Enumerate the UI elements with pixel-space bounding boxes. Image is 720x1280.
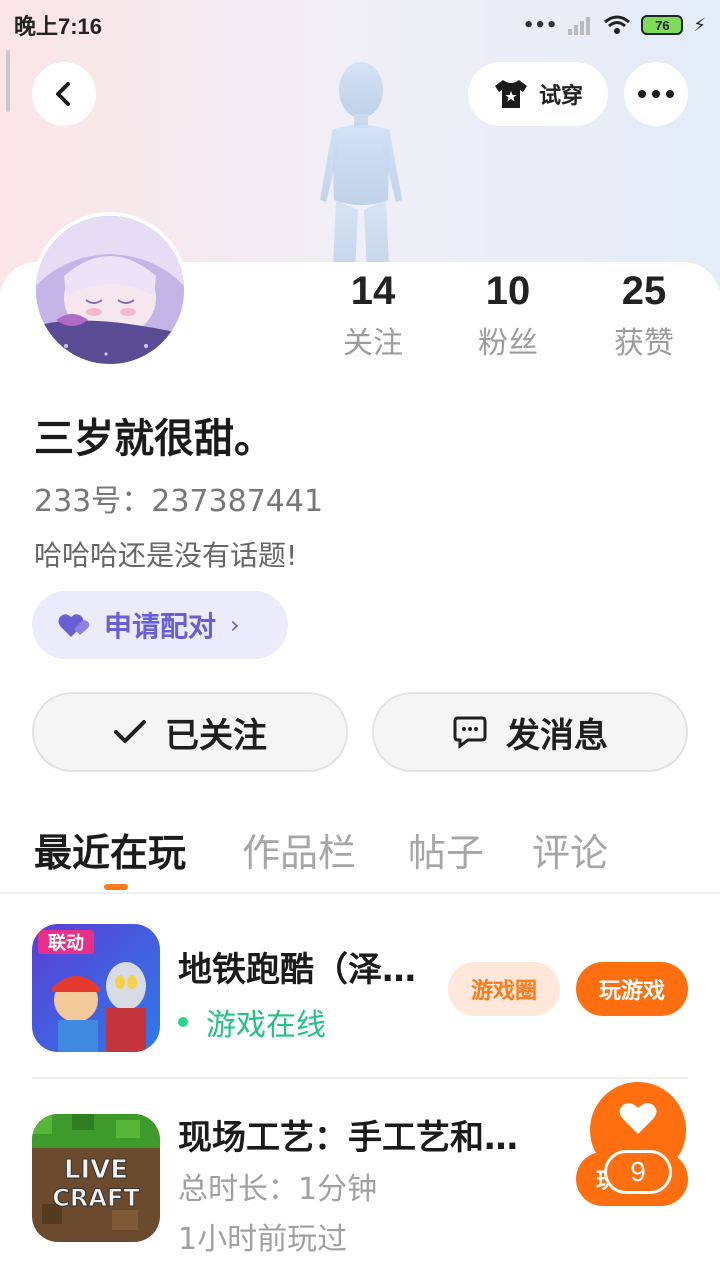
tab-works[interactable]: 作品栏 [242,822,356,877]
followed-label: 已关注 [165,715,267,756]
hearts-icon [58,614,90,637]
more-dots-icon [638,90,674,98]
try-on-button[interactable]: 试穿 [468,62,608,126]
profile-tabs: 最近在玩 作品栏 帖子 评论 [0,822,720,892]
livecraft-logo-line2: CRAFT [52,1184,140,1212]
game-title[interactable]: 现场工艺：手工艺和… [178,1110,558,1159]
avatar[interactable] [32,212,188,368]
edge-indicator [6,50,10,112]
online-dot-icon [178,1017,188,1027]
status-time: 晚上7:16 [14,14,103,39]
tab-recently-played[interactable]: 最近在玩 [34,822,186,877]
avatar-3d-figure [320,62,402,290]
battery-icon: 76 [641,15,684,35]
stat-likes-value: 25 [621,269,667,313]
heart-icon [619,1103,657,1134]
user-id: 233号：237387441 [34,484,324,519]
followed-button[interactable]: 已关注 [32,692,348,772]
stat-followers-value: 10 [485,269,531,313]
request-pair-label: 申请配对 [104,610,217,643]
game-icon-subway-surfers[interactable]: 联动 [32,924,160,1052]
play-game-label: 玩游戏 [598,979,665,1004]
tshirt-icon [494,80,527,108]
game-last-played: 1小时前玩过 [178,1222,348,1257]
stat-following[interactable]: 14 关注 [318,266,428,364]
stat-following-label: 关注 [343,326,403,361]
game-circle-button[interactable]: 游戏圈 [448,962,560,1016]
game-title[interactable]: 地铁跑酷（泽… [178,942,448,991]
signature: 哈哈哈还是没有话题! [34,539,298,572]
stat-following-value: 14 [350,269,396,313]
game-online-status: 游戏在线 [178,1000,326,1044]
tab-posts[interactable]: 帖子 [408,822,484,877]
game-total-time: 总时长：1分钟 [178,1172,378,1207]
more-button[interactable] [624,62,688,126]
check-icon [114,720,146,743]
stat-followers-label: 粉丝 [478,326,538,361]
subway-surfers-icon: 联动 [32,924,160,1052]
like-count-badge: 9 [604,1150,672,1194]
online-status-label: 游戏在线 [206,1008,326,1043]
chevron-left-icon [56,82,70,106]
nickname: 三岁就很甜。 [34,416,274,462]
request-pair-button[interactable]: 申请配对 › [32,591,288,659]
tabs-divider [0,892,720,894]
charging-icon: ⚡ [693,14,706,36]
stat-likes[interactable]: 25 获赞 [589,266,699,364]
game-icon-livecraft[interactable]: LIVE CRAFT [32,1114,160,1242]
signal-icon [568,17,591,35]
avatar-image [36,216,184,364]
back-button[interactable] [32,62,96,126]
like-count: 9 [630,1156,646,1187]
more-dots-status-icon: ••• [522,14,558,36]
game-circle-label: 游戏圈 [470,979,537,1004]
try-on-label: 试穿 [538,84,583,109]
collab-badge-text: 联动 [48,933,84,954]
stat-likes-label: 获赞 [614,326,674,361]
livecraft-logo-line1: LIVE [64,1155,128,1185]
tab-active-indicator [104,884,128,890]
livecraft-icon: LIVE CRAFT [32,1114,160,1242]
send-message-button[interactable]: 发消息 [372,692,688,772]
stat-followers[interactable]: 10 粉丝 [453,266,563,364]
status-bar: 晚上7:16 ••• 76 ⚡ [0,0,720,50]
list-divider [32,1077,688,1079]
status-icons: ••• 76 ⚡ [523,14,706,36]
chevron-right-icon: › [230,611,240,639]
wifi-icon [604,15,631,34]
tab-comments[interactable]: 评论 [532,822,608,877]
play-game-button[interactable]: 玩游戏 [576,962,688,1016]
chat-bubble-icon [453,716,487,749]
send-message-label: 发消息 [506,715,608,756]
